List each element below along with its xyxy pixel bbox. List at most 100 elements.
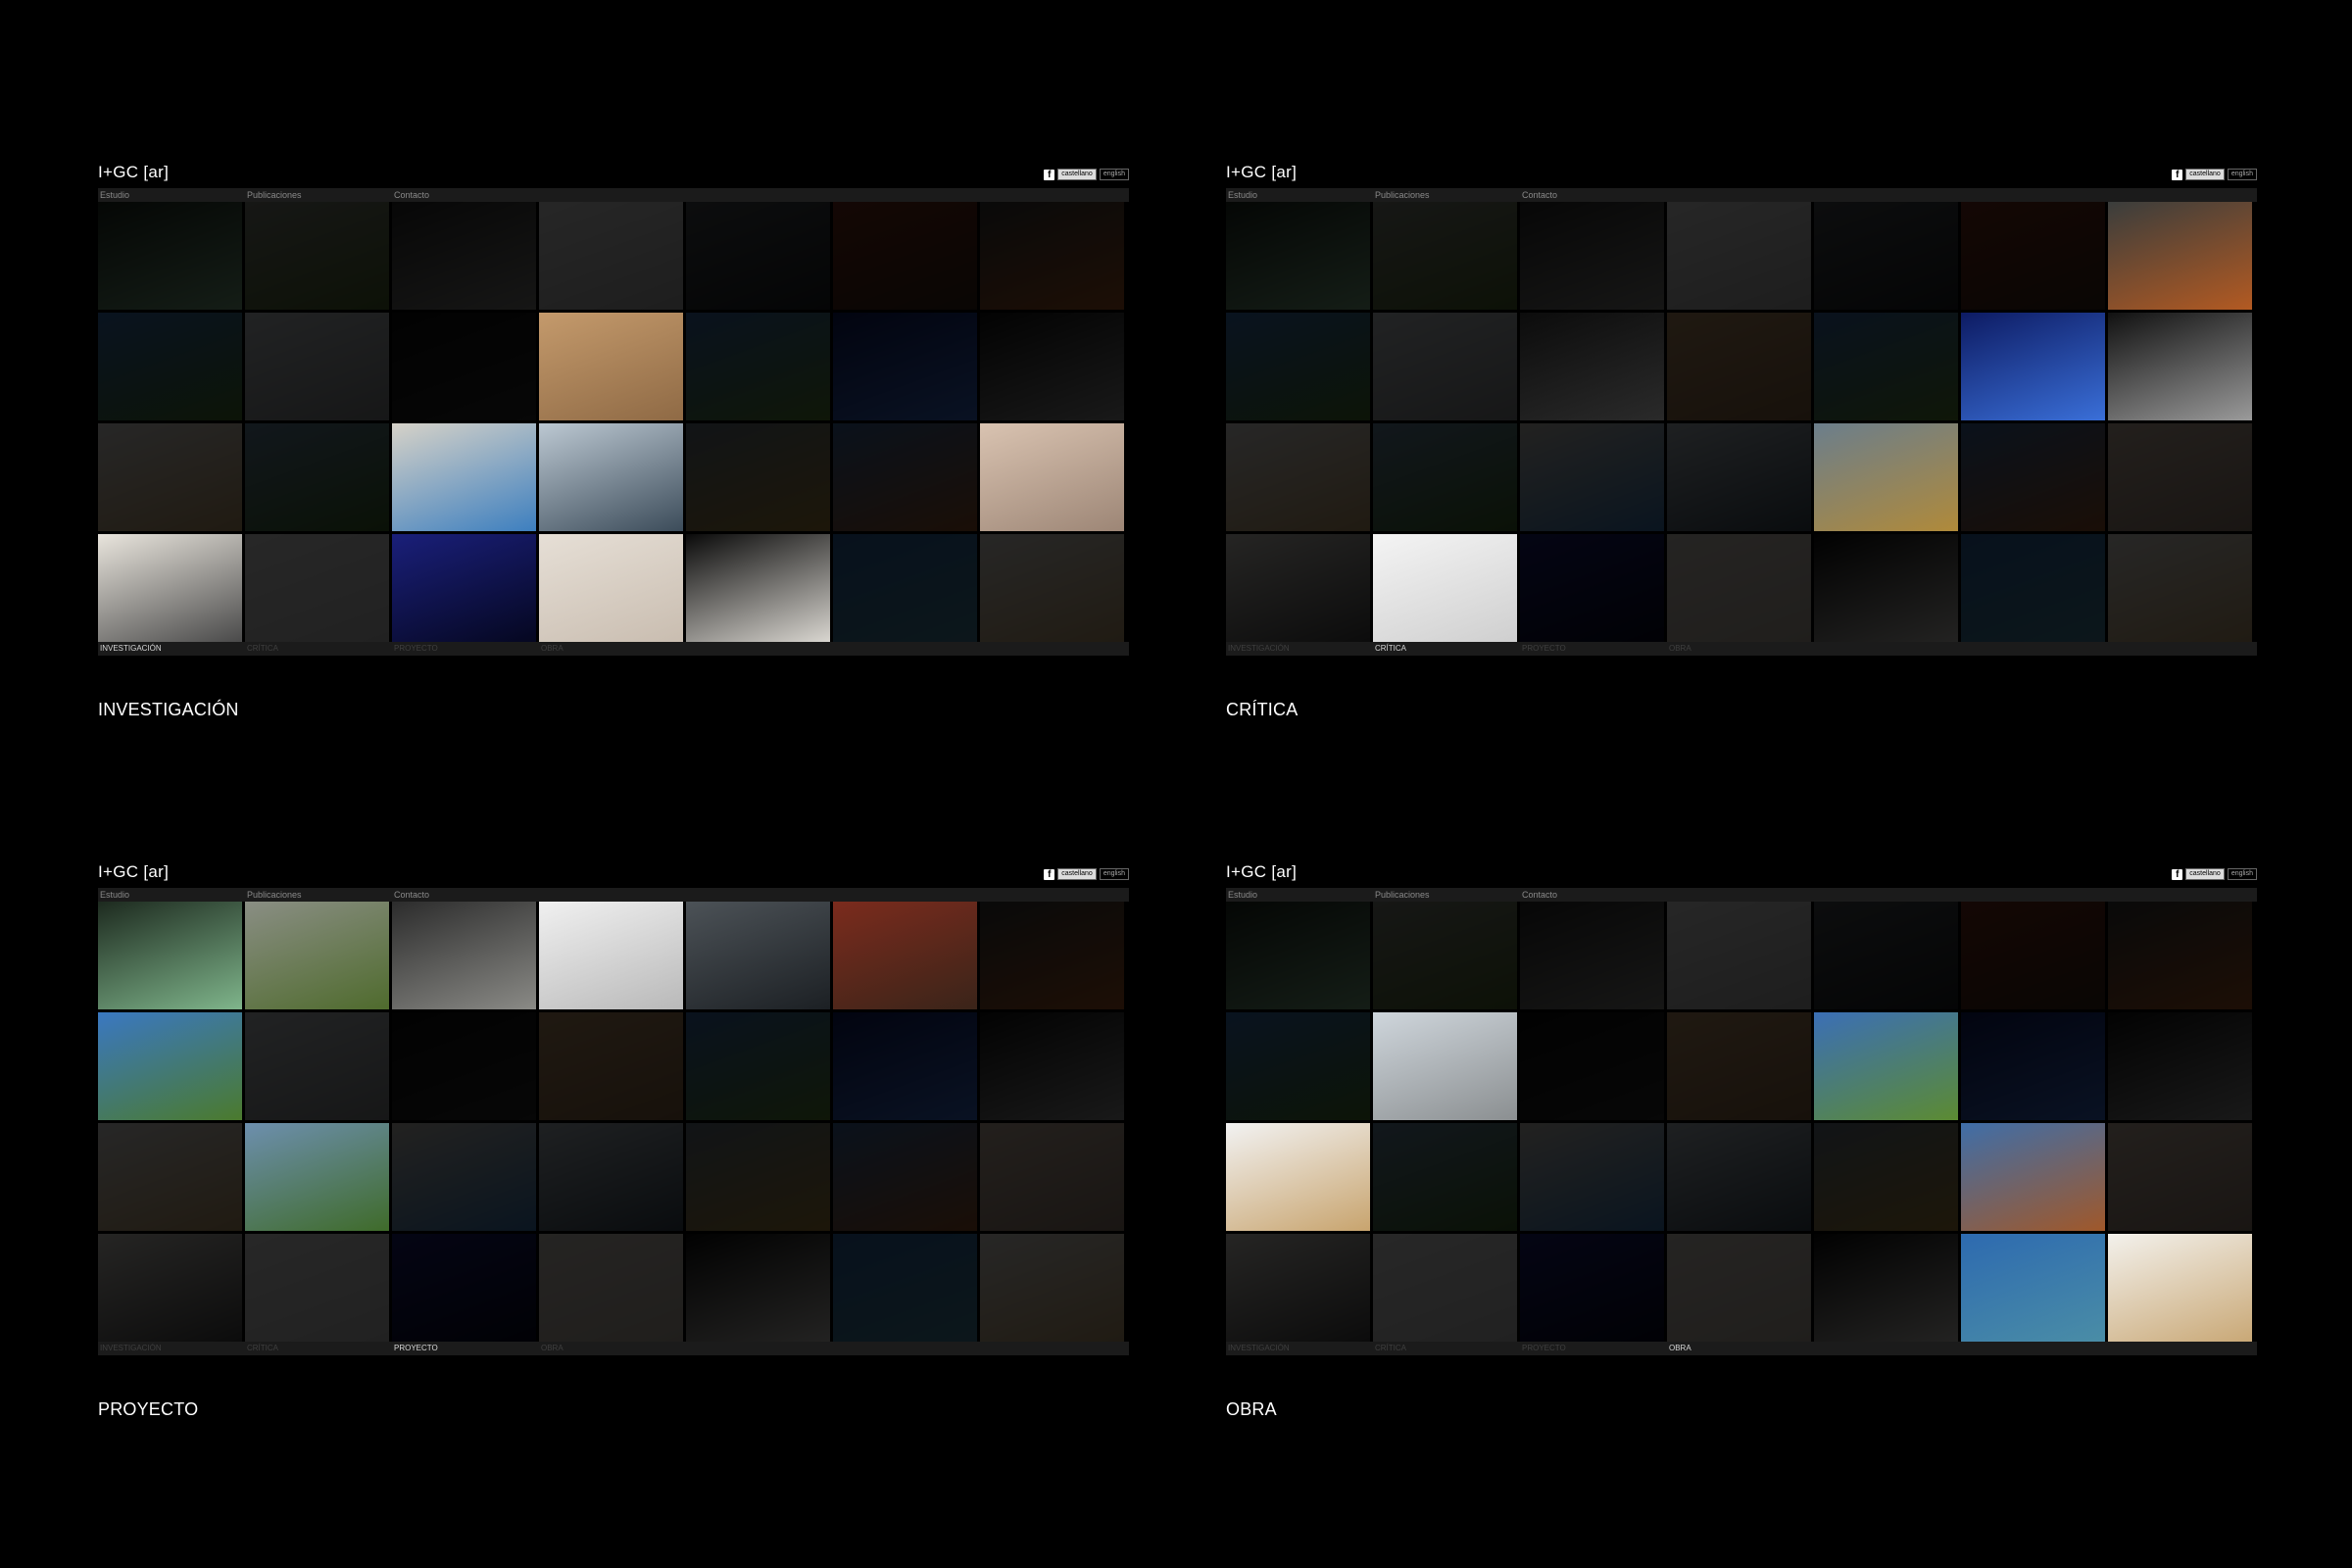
thumbnail-color-panels[interactable] bbox=[1520, 1123, 1664, 1231]
category-link[interactable]: INVESTIGACIÓN bbox=[1228, 644, 1290, 653]
nav-link-estudio[interactable]: Estudio bbox=[100, 190, 129, 200]
thumbnail-mesh-facade[interactable] bbox=[1814, 423, 1958, 531]
facebook-icon[interactable]: f bbox=[1044, 169, 1055, 180]
thumbnail-park-towers[interactable] bbox=[1226, 313, 1370, 420]
thumbnail-portfolio[interactable] bbox=[1226, 423, 1370, 531]
nav-link-estudio[interactable]: Estudio bbox=[100, 890, 129, 900]
language-button[interactable]: castellano bbox=[2185, 868, 2225, 880]
thumbnail-wax-hole[interactable] bbox=[980, 1123, 1124, 1231]
category-link[interactable]: OBRA bbox=[541, 644, 564, 653]
thumbnail-white-villa[interactable] bbox=[686, 1012, 830, 1120]
thumbnail-white-hand[interactable] bbox=[1667, 1234, 1811, 1342]
facebook-icon[interactable]: f bbox=[2172, 169, 2183, 180]
thumbnail-wood-tray[interactable] bbox=[980, 1234, 1124, 1342]
thumbnail-robot-arm[interactable] bbox=[980, 902, 1124, 1009]
thumbnail-robot-arm[interactable] bbox=[2108, 202, 2252, 310]
thumbnail-folded-model[interactable] bbox=[1226, 1234, 1370, 1342]
site-logo[interactable]: I+GC [ar] bbox=[1226, 163, 1297, 182]
language-button[interactable]: castellano bbox=[2185, 169, 2225, 180]
thumbnail-tree-render[interactable] bbox=[1373, 1123, 1517, 1231]
thumbnail-pool-house[interactable] bbox=[833, 534, 977, 642]
thumbnail-mesh-facade[interactable] bbox=[686, 1123, 830, 1231]
thumbnail-escalators[interactable] bbox=[539, 423, 683, 531]
thumbnail-wire-model[interactable] bbox=[539, 202, 683, 310]
thumbnail-wood-tray[interactable] bbox=[2108, 534, 2252, 642]
language-button[interactable]: castellano bbox=[1057, 868, 1097, 880]
thumbnail-wax-hole[interactable] bbox=[2108, 1123, 2252, 1231]
thumbnail-folded-model[interactable] bbox=[1226, 534, 1370, 642]
thumbnail-tree-render[interactable] bbox=[245, 1123, 389, 1231]
thumbnail-brick-wall[interactable] bbox=[1961, 423, 2105, 531]
thumbnail-park-towers[interactable] bbox=[1226, 1012, 1370, 1120]
thumbnail-robot-arm[interactable] bbox=[2108, 902, 2252, 1009]
thumbnail-glass-atrium[interactable] bbox=[686, 202, 830, 310]
thumbnail-park-towers[interactable] bbox=[98, 1012, 242, 1120]
thumbnail-night-house[interactable] bbox=[1520, 202, 1664, 310]
thumbnail-wire-model[interactable] bbox=[1667, 902, 1811, 1009]
category-link[interactable]: PROYECTO bbox=[1522, 1344, 1566, 1352]
thumbnail-white-villa[interactable] bbox=[686, 313, 830, 420]
thumbnail-white-facade[interactable] bbox=[245, 1012, 389, 1120]
thumbnail-brick-wall[interactable] bbox=[833, 423, 977, 531]
thumbnail-red-canopy[interactable] bbox=[833, 202, 977, 310]
thumbnail-brick-wall[interactable] bbox=[833, 1123, 977, 1231]
thumbnail-hex-forms[interactable] bbox=[1520, 1012, 1664, 1120]
thumbnail-brick-wall[interactable] bbox=[1961, 1123, 2105, 1231]
thumbnail-pattern-green[interactable] bbox=[1226, 202, 1370, 310]
thumbnail-section-sketch[interactable] bbox=[1373, 534, 1517, 642]
thumbnail-escalators[interactable] bbox=[539, 1123, 683, 1231]
thumbnail-world-map[interactable] bbox=[1961, 313, 2105, 420]
thumbnail-color-panels[interactable] bbox=[392, 423, 536, 531]
thumbnail-folded-model[interactable] bbox=[98, 1234, 242, 1342]
thumbnail-white-hand[interactable] bbox=[539, 534, 683, 642]
thumbnail-section-sketch[interactable] bbox=[1373, 1234, 1517, 1342]
thumbnail-white-facade[interactable] bbox=[1373, 313, 1517, 420]
thumbnail-mesh-facade[interactable] bbox=[1814, 1123, 1958, 1231]
thumbnail-red-canopy[interactable] bbox=[1961, 902, 2105, 1009]
thumbnail-wax-hole[interactable] bbox=[980, 423, 1124, 531]
thumbnail-house-lawn[interactable] bbox=[1373, 202, 1517, 310]
site-logo[interactable]: I+GC [ar] bbox=[98, 862, 169, 882]
thumbnail-white-blob[interactable] bbox=[686, 534, 830, 642]
thumbnail-wire-model[interactable] bbox=[539, 902, 683, 1009]
thumbnail-pattern-green[interactable] bbox=[1226, 902, 1370, 1009]
thumbnail-red-canopy[interactable] bbox=[833, 902, 977, 1009]
category-link[interactable]: CRÍTICA bbox=[1375, 1344, 1406, 1352]
nav-link-publicaciones[interactable]: Publicaciones bbox=[1375, 190, 1430, 200]
thumbnail-white-villa[interactable] bbox=[1814, 313, 1958, 420]
nav-link-contacto[interactable]: Contacto bbox=[1522, 190, 1557, 200]
thumbnail-world-map[interactable] bbox=[833, 1012, 977, 1120]
thumbnail-white-blob[interactable] bbox=[1814, 1234, 1958, 1342]
category-link[interactable]: OBRA bbox=[1669, 644, 1691, 653]
language-button[interactable]: english bbox=[2227, 169, 2257, 180]
category-link[interactable]: INVESTIGACIÓN bbox=[1228, 1344, 1290, 1352]
site-logo[interactable]: I+GC [ar] bbox=[1226, 862, 1297, 882]
thumbnail-night-house[interactable] bbox=[392, 202, 536, 310]
category-link[interactable]: OBRA bbox=[1669, 1344, 1691, 1352]
thumbnail-park-towers[interactable] bbox=[98, 313, 242, 420]
thumbnail-portfolio[interactable] bbox=[1226, 1123, 1370, 1231]
thumbnail-folded-model[interactable] bbox=[98, 534, 242, 642]
thumbnail-white-blob[interactable] bbox=[686, 1234, 830, 1342]
nav-link-contacto[interactable]: Contacto bbox=[394, 890, 429, 900]
category-link[interactable]: CRÍTICA bbox=[1375, 644, 1406, 653]
category-link[interactable]: OBRA bbox=[541, 1344, 564, 1352]
thumbnail-glass-atrium[interactable] bbox=[1814, 902, 1958, 1009]
nav-link-estudio[interactable]: Estudio bbox=[1228, 190, 1257, 200]
language-button[interactable]: castellano bbox=[1057, 169, 1097, 180]
thumbnail-wood-blocks[interactable] bbox=[539, 1012, 683, 1120]
thumbnail-mesh-facade[interactable] bbox=[686, 423, 830, 531]
thumbnail-section-sketch[interactable] bbox=[245, 1234, 389, 1342]
site-logo[interactable]: I+GC [ar] bbox=[98, 163, 169, 182]
thumbnail-bw-grid[interactable] bbox=[2108, 313, 2252, 420]
facebook-icon[interactable]: f bbox=[1044, 868, 1055, 880]
thumbnail-hex-forms[interactable] bbox=[392, 1012, 536, 1120]
language-button[interactable]: english bbox=[1099, 169, 1129, 180]
nav-link-contacto[interactable]: Contacto bbox=[394, 190, 429, 200]
thumbnail-tree-render[interactable] bbox=[245, 423, 389, 531]
nav-link-estudio[interactable]: Estudio bbox=[1228, 890, 1257, 900]
thumbnail-white-facade[interactable] bbox=[245, 313, 389, 420]
thumbnail-pool-house[interactable] bbox=[1961, 1234, 2105, 1342]
category-link[interactable]: INVESTIGACIÓN bbox=[100, 644, 162, 653]
thumbnail-pool-house[interactable] bbox=[1961, 534, 2105, 642]
